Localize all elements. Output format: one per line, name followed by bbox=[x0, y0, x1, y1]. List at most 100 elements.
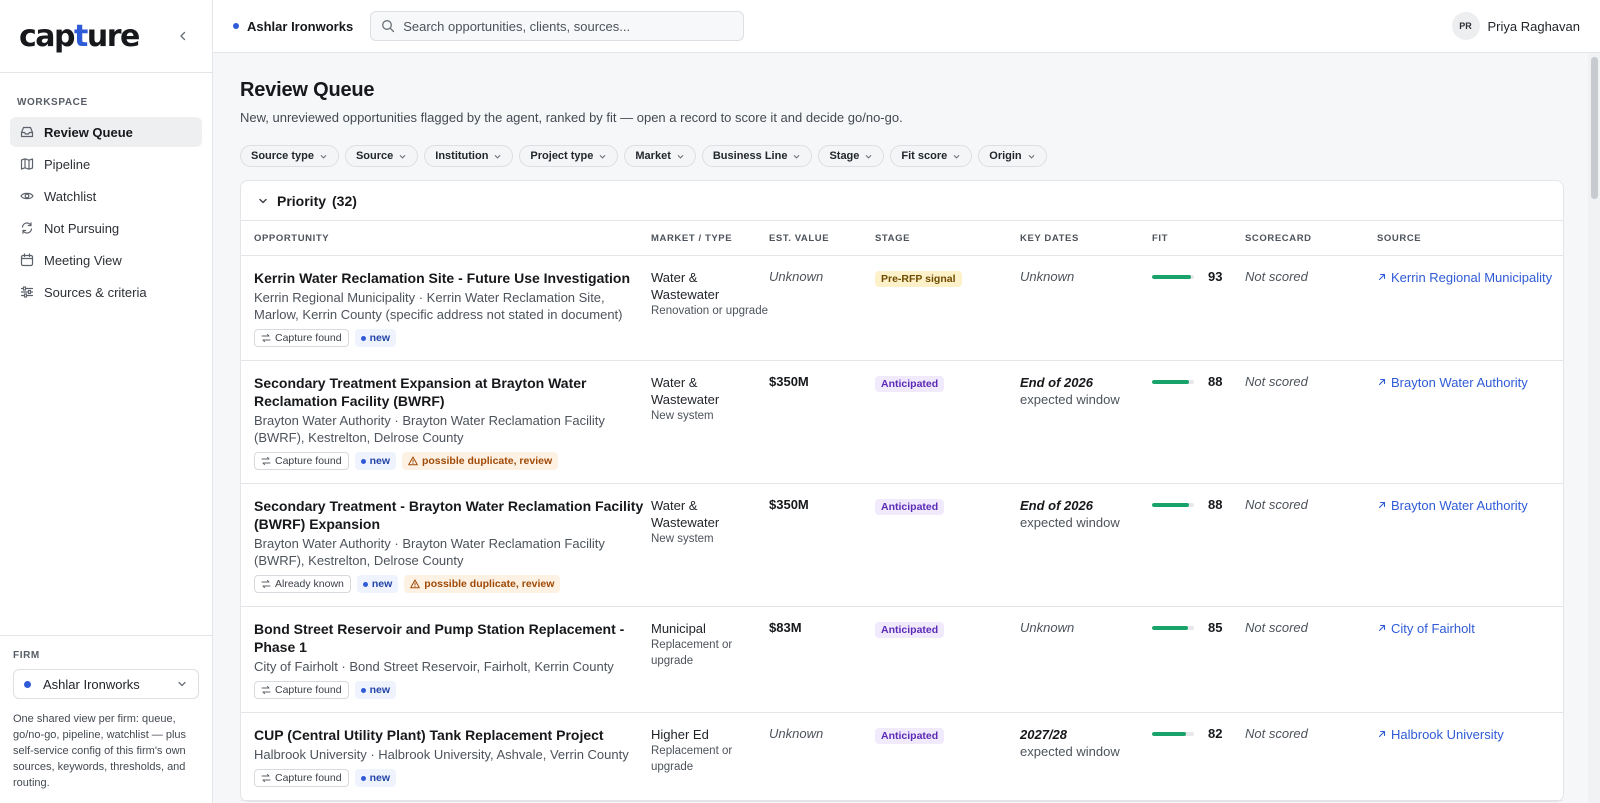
column-fit[interactable]: FIT bbox=[1152, 233, 1245, 244]
stage-cell: Pre-RFP signal bbox=[875, 269, 1020, 347]
market-sub: Renovation or upgrade bbox=[651, 305, 768, 317]
column-dates[interactable]: KEY DATES bbox=[1020, 233, 1152, 244]
source-link[interactable]: Brayton Water Authority bbox=[1377, 374, 1563, 391]
swap-icon bbox=[261, 685, 271, 695]
market-main: Water & Wastewater bbox=[651, 498, 720, 530]
scorecard-cell: Not scored bbox=[1245, 269, 1377, 347]
chevron-down-icon bbox=[1027, 152, 1036, 161]
chevron-down-icon bbox=[676, 152, 685, 161]
table-row[interactable]: Bond Street Reservoir and Pump Station R… bbox=[241, 607, 1563, 713]
new-badge: new bbox=[354, 329, 396, 347]
new-badge: new bbox=[354, 681, 396, 699]
row-tags: Capture found new bbox=[254, 769, 645, 787]
filter-fit-score[interactable]: Fit score bbox=[890, 145, 973, 167]
fit-bar-fill bbox=[1152, 379, 1189, 384]
est-value: $350M bbox=[769, 497, 809, 512]
source-link[interactable]: Halbrook University bbox=[1377, 726, 1563, 743]
dates-cell: End of 2026 expected window bbox=[1020, 497, 1152, 593]
dates-cell: 2027/28 expected window bbox=[1020, 726, 1152, 787]
firm-block: FIRM Ashlar Ironworks One shared view pe… bbox=[0, 635, 212, 803]
opportunity-subtitle: Halbrook University · Halbrook Universit… bbox=[254, 747, 629, 762]
search-box[interactable] bbox=[370, 11, 745, 41]
filter-institution[interactable]: Institution bbox=[424, 145, 514, 167]
table-row[interactable]: Secondary Treatment - Brayton Water Recl… bbox=[241, 484, 1563, 607]
workspace-label: Ashlar Ironworks bbox=[247, 18, 354, 34]
new-badge: new bbox=[356, 575, 399, 593]
source-link[interactable]: Kerrin Regional Municipality bbox=[1377, 269, 1563, 286]
collapse-sidebar-button[interactable] bbox=[174, 27, 192, 45]
sidebar-item-label: Sources & criteria bbox=[44, 284, 147, 300]
firm-select-value: Ashlar Ironworks bbox=[43, 676, 140, 692]
scroll-thumb[interactable] bbox=[1591, 57, 1598, 199]
column-value[interactable]: EST. VALUE bbox=[769, 233, 875, 244]
external-link-icon bbox=[1377, 623, 1387, 633]
opportunity-title[interactable]: Bond Street Reservoir and Pump Station R… bbox=[254, 620, 645, 656]
filter-stage[interactable]: Stage bbox=[818, 145, 885, 167]
sidebar-item-meeting-view[interactable]: Meeting View bbox=[10, 245, 202, 275]
row-tags: Already known new possible duplicate, re… bbox=[254, 575, 645, 593]
scorecard-cell: Not scored bbox=[1245, 620, 1377, 699]
fit-bar bbox=[1152, 502, 1194, 507]
sidebar-item-sources-criteria[interactable]: Sources & criteria bbox=[10, 277, 202, 307]
column-source[interactable]: SOURCE bbox=[1377, 233, 1563, 244]
market-main: Water & Wastewater bbox=[651, 375, 720, 407]
main-area: Ashlar Ironworks PR Priya Raghavan Revie… bbox=[213, 0, 1600, 803]
sidebar-item-label: Watchlist bbox=[44, 188, 97, 204]
fit-bar bbox=[1152, 625, 1194, 630]
opportunity-title[interactable]: Secondary Treatment Expansion at Brayton… bbox=[254, 374, 645, 410]
date-sub: expected window bbox=[1020, 515, 1120, 530]
filter-source[interactable]: Source bbox=[344, 145, 419, 167]
capture-logo[interactable]: capture bbox=[19, 19, 140, 54]
eye-icon bbox=[20, 189, 34, 203]
opportunity-title[interactable]: Secondary Treatment - Brayton Water Recl… bbox=[254, 497, 645, 533]
scorecard-status: Not scored bbox=[1245, 269, 1308, 284]
column-opportunity[interactable]: OPPORTUNITY bbox=[254, 233, 651, 244]
sidebar-item-not-pursuing[interactable]: Not Pursuing bbox=[10, 213, 202, 243]
filter-source-type[interactable]: Source type bbox=[240, 145, 339, 167]
fit-cell: 88 bbox=[1152, 497, 1245, 593]
opportunity-cell: Secondary Treatment - Brayton Water Recl… bbox=[254, 497, 651, 593]
group-title: Priority bbox=[277, 192, 327, 209]
group-count: (32) bbox=[332, 192, 357, 209]
opportunity-title[interactable]: Kerrin Water Reclamation Site - Future U… bbox=[254, 269, 645, 287]
stage-badge: Pre-RFP signal bbox=[875, 271, 962, 287]
search-input[interactable] bbox=[403, 18, 734, 34]
firm-select[interactable]: Ashlar Ironworks bbox=[13, 669, 199, 699]
fit-score: 93 bbox=[1208, 269, 1223, 284]
column-market[interactable]: MARKET / TYPE bbox=[651, 233, 769, 244]
sidebar-item-pipeline[interactable]: Pipeline bbox=[10, 149, 202, 179]
chevron-down-icon bbox=[257, 195, 269, 207]
workspace-section-label: WORKSPACE bbox=[17, 97, 88, 108]
origin-badge: Capture found bbox=[254, 329, 349, 347]
fit-cell: 88 bbox=[1152, 374, 1245, 470]
sidebar-item-review-queue[interactable]: Review Queue bbox=[10, 117, 202, 147]
sidebar-item-watchlist[interactable]: Watchlist bbox=[10, 181, 202, 211]
column-stage[interactable]: STAGE bbox=[875, 233, 1020, 244]
swap-icon bbox=[261, 456, 271, 466]
table-row[interactable]: Kerrin Water Reclamation Site - Future U… bbox=[241, 256, 1563, 361]
fit-cell: 93 bbox=[1152, 269, 1245, 347]
group-toggle[interactable]: Priority (32) bbox=[241, 181, 1563, 221]
table-row[interactable]: CUP (Central Utility Plant) Tank Replace… bbox=[241, 713, 1563, 801]
table-row[interactable]: Secondary Treatment Expansion at Brayton… bbox=[241, 361, 1563, 484]
chevron-down-icon bbox=[952, 152, 961, 161]
workspace-name[interactable]: Ashlar Ironworks bbox=[233, 19, 353, 34]
chevron-down-icon bbox=[598, 152, 607, 161]
opportunity-title[interactable]: CUP (Central Utility Plant) Tank Replace… bbox=[254, 726, 645, 744]
source-link[interactable]: Brayton Water Authority bbox=[1377, 497, 1563, 514]
user-menu[interactable]: PR Priya Raghavan bbox=[1451, 12, 1580, 40]
sidebar: capture WORKSPACE Review Queue Pipeline … bbox=[0, 0, 213, 803]
date-main: Unknown bbox=[1020, 620, 1075, 635]
filter-business-line[interactable]: Business Line bbox=[701, 145, 813, 167]
scrollbar[interactable] bbox=[1588, 53, 1600, 803]
priority-group: Priority (32) OPPORTUNITY MARKET / TYPE … bbox=[240, 180, 1564, 802]
row-tags: Capture found new bbox=[254, 329, 645, 347]
source-link[interactable]: City of Fairholt bbox=[1377, 620, 1563, 637]
filter-market[interactable]: Market bbox=[624, 145, 696, 167]
scorecard-cell: Not scored bbox=[1245, 374, 1377, 470]
filter-project-type[interactable]: Project type bbox=[519, 145, 619, 167]
filter-origin[interactable]: Origin bbox=[978, 145, 1047, 167]
sidebar-item-label: Not Pursuing bbox=[44, 220, 120, 236]
column-scorecard[interactable]: SCORECARD bbox=[1245, 233, 1377, 244]
date-sub: expected window bbox=[1020, 744, 1120, 759]
